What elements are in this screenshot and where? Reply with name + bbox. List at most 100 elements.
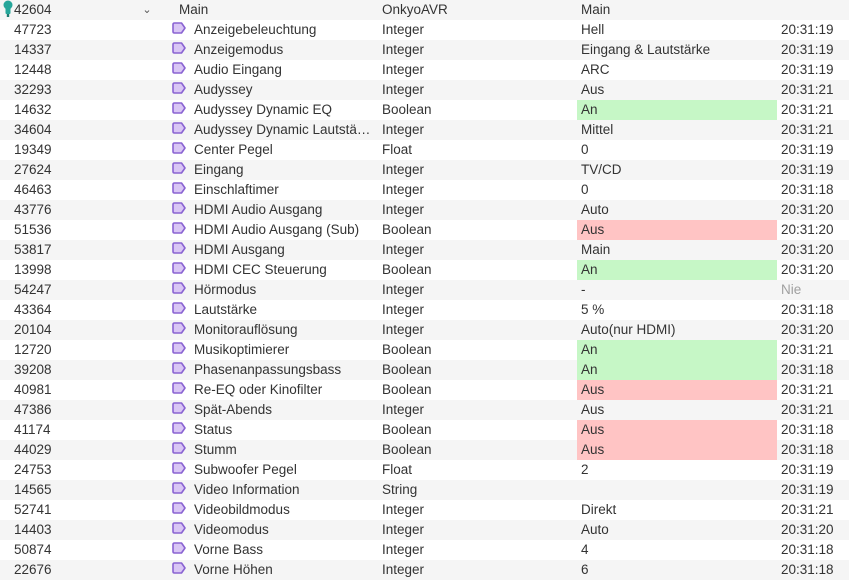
variable-type: Integer [382,202,425,217]
variable-updated: 20:31:20 [781,202,834,217]
object-name: Main [179,2,209,17]
variable-row[interactable]: 32293 Audyssey Integer Aus 20:31:21 [0,80,849,100]
variable-value: Aus [581,82,605,97]
variable-row[interactable]: 39208 Phasenanpassungsbass Boolean An 20:31:… [0,360,849,380]
variable-value: 4 [581,542,589,557]
variable-id: 43364 [14,302,52,317]
variable-row[interactable]: 54247 Hörmodus Integer - Nie [0,280,849,300]
variable-value: An [577,260,777,280]
variable-updated: 20:31:21 [781,402,834,417]
tree-row-main[interactable]: 42604 ⌄ Main OnkyoAVR Main [0,0,849,20]
variable-name: Stumm [194,442,237,457]
variable-row[interactable]: 40981 Re-EQ oder Kinofilter Boolean Aus 20:3… [0,380,849,400]
variable-row[interactable]: 14403 Videomodus Integer Auto 20:31:20 [0,520,849,540]
variable-row[interactable]: 43364 Lautstärke Integer 5 % 20:31:18 [0,300,849,320]
variable-name: Eingang [194,162,244,177]
variable-row[interactable]: 51536 HDMI Audio Ausgang (Sub) Boolean Aus 2… [0,220,849,240]
variable-row[interactable]: 14337 Anzeigemodus Integer Eingang & Lautst… [0,40,849,60]
variable-icon [172,400,186,420]
variable-name: Video Information [194,482,300,497]
variable-row[interactable]: 53817 HDMI Ausgang Integer Main 20:31:20 [0,240,849,260]
variable-id: 14565 [14,482,52,497]
variable-name: Audyssey Dynamic EQ [194,102,333,117]
variable-updated: 20:31:21 [781,502,834,517]
variable-id: 14337 [14,42,52,57]
variable-type: Integer [382,322,425,337]
variable-type: String [382,482,418,497]
variable-type: Integer [382,182,425,197]
variable-row[interactable]: 47723 Anzeigebeleuchtung Integer Hell 20:31:… [0,20,849,40]
variable-id: 44029 [14,442,52,457]
variable-row[interactable]: 13998 HDMI CEC Steuerung Boolean An 20:31:20 [0,260,849,280]
object-value: Main [581,2,611,17]
variable-row[interactable]: 52741 Videobildmodus Integer Direkt 20:31:21 [0,500,849,520]
variable-id: 20104 [14,322,52,337]
variable-value: Eingang & Lautstärke [581,42,711,57]
partially-visible-row [0,576,849,582]
variable-value: An [577,340,777,360]
variable-value: 0 [581,182,589,197]
variable-id: 41174 [14,422,51,437]
variable-row[interactable]: 12720 Musikoptimierer Boolean An 20:31:21 [0,340,849,360]
variable-value: Aus [577,380,777,400]
variable-value: Aus [577,440,777,460]
variable-row[interactable]: 43776 HDMI Audio Ausgang Integer Auto 20:31:… [0,200,849,220]
variable-updated: 20:31:20 [781,522,834,537]
variable-id: 14632 [14,102,52,117]
variable-type: Integer [382,522,425,537]
variable-updated: 20:31:21 [781,122,834,137]
variable-name: Phasenanpassungsbass [194,362,342,377]
variable-type: Integer [382,402,425,417]
variable-row[interactable]: 41174 Status Boolean Aus 20:31:18 [0,420,849,440]
variable-name: Anzeigebeleuchtung [194,22,317,37]
variable-name: Lautstärke [194,302,258,317]
variable-type: Integer [382,42,425,57]
variable-row[interactable]: 34604 Audyssey Dynamic Lautstä… Integer Mit… [0,120,849,140]
variable-id: 52741 [14,502,52,517]
variable-row[interactable]: 19349 Center Pegel Float 0 20:31:19 [0,140,849,160]
variable-row[interactable]: 24753 Subwoofer Pegel Float 2 20:31:19 [0,460,849,480]
variable-updated: Nie [781,282,802,297]
variable-updated: 20:31:19 [781,142,834,157]
variable-row[interactable]: 50874 Vorne Bass Integer 4 20:31:18 [0,540,849,560]
variable-value: An [577,360,777,380]
variable-value: TV/CD [581,162,622,177]
variable-row[interactable]: 27624 Eingang Integer TV/CD 20:31:19 [0,160,849,180]
variable-icon [172,220,186,240]
variable-id: 39208 [14,362,52,377]
variable-row[interactable]: 14565 Video Information String 20:31:19 [0,480,849,500]
chevron-down-icon[interactable]: ⌄ [141,0,153,20]
variable-updated: 20:31:21 [781,102,834,117]
variable-value: Mittel [581,122,614,137]
variable-updated: 20:31:20 [781,322,834,337]
variable-row[interactable]: 44029 Stumm Boolean Aus 20:31:18 [0,440,849,460]
variable-icon [172,160,186,180]
object-type: OnkyoAVR [382,2,448,17]
variable-value: Aus [577,220,777,240]
variable-value: ARC [581,62,610,77]
variable-row[interactable]: 12448 Audio Eingang Integer ARC 20:31:19 [0,60,849,80]
variable-value: 2 [581,462,589,477]
variable-row[interactable]: 47386 Spät-Abends Integer Aus 20:31:21 [0,400,849,420]
variable-value: Auto [581,522,609,537]
variable-updated: 20:31:19 [781,462,834,477]
variable-icon [172,340,186,360]
variable-updated: 20:31:18 [781,362,834,377]
variable-row[interactable]: 20104 Monitorauflösung Integer Auto(nur HDM… [0,320,849,340]
variable-icon [172,460,186,480]
variable-name: Anzeigemodus [194,42,284,57]
variable-icon [172,520,186,540]
variable-name: Center Pegel [194,142,273,157]
variable-updated: 20:31:19 [781,482,834,497]
variable-name: Subwoofer Pegel [194,462,297,477]
variable-updated: 20:31:20 [781,242,834,257]
variable-row[interactable]: 46463 Einschlaftimer Integer 0 20:31:18 [0,180,849,200]
variable-row[interactable]: 14632 Audyssey Dynamic EQ Boolean An 20:31:2… [0,100,849,120]
variable-value [577,480,777,500]
variable-type: Boolean [382,102,432,117]
variable-type: Boolean [382,262,432,277]
variable-name: Videobildmodus [194,502,290,517]
variable-icon [172,500,186,520]
variable-type: Boolean [382,362,432,377]
variable-list: 47723 Anzeigebeleuchtung Integer Hell 20:31:… [0,20,849,580]
